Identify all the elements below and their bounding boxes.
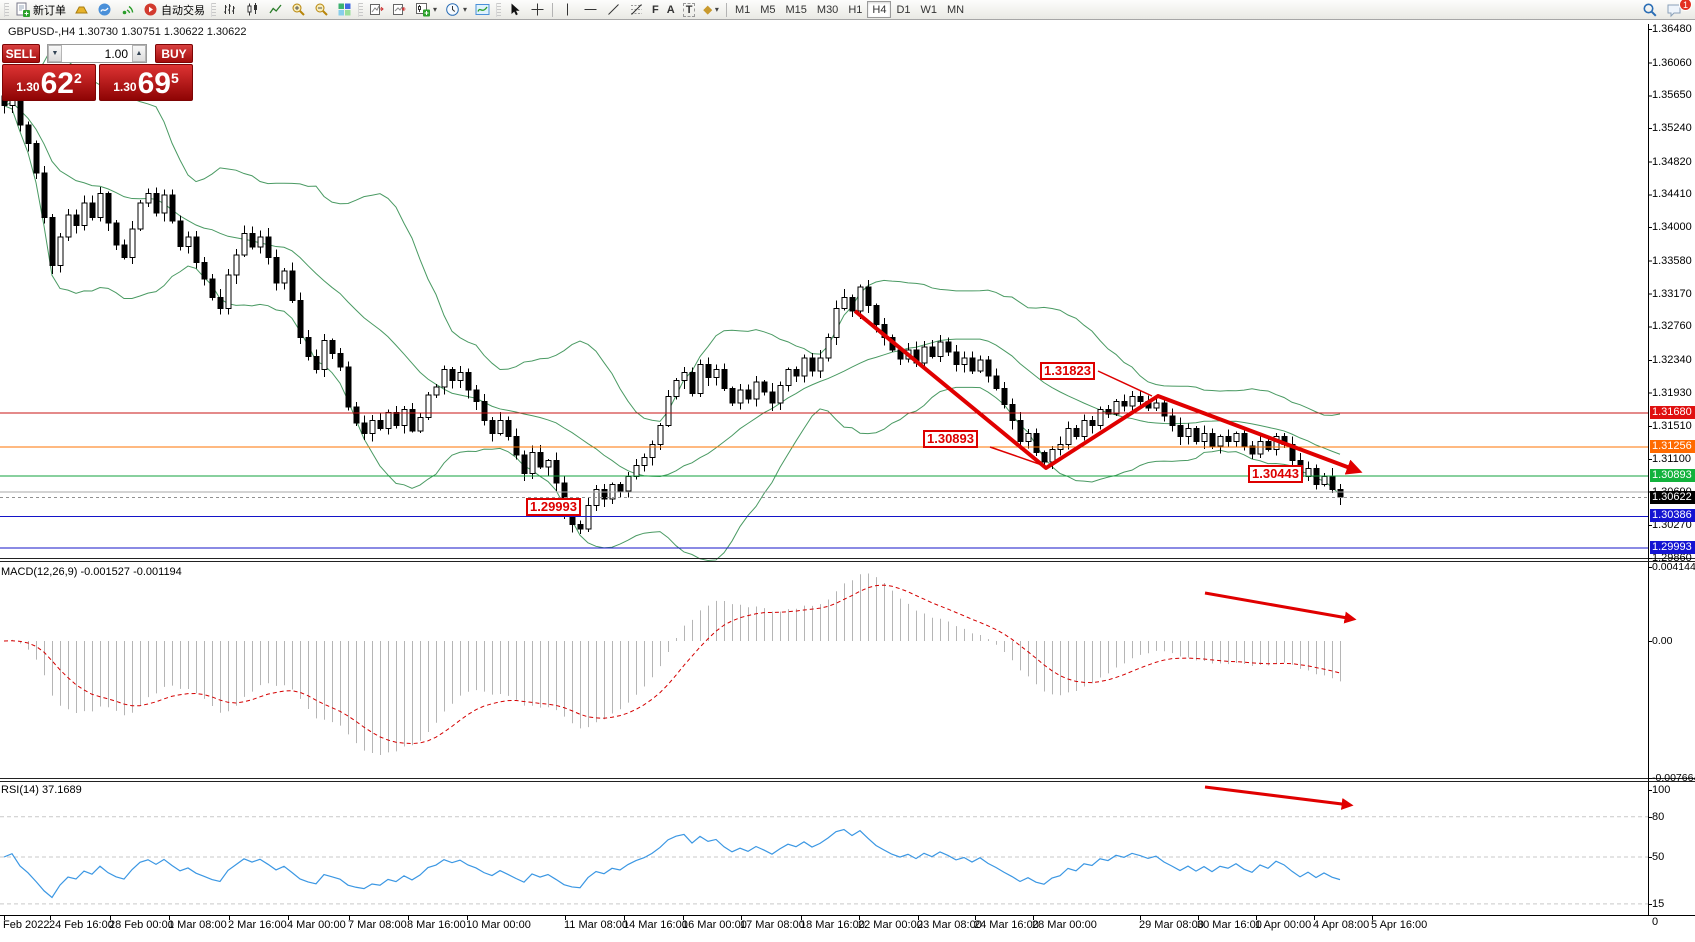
volume-input[interactable]: 1.00 bbox=[62, 45, 132, 62]
search-button[interactable] bbox=[1638, 1, 1662, 19]
timeframe-m5[interactable]: M5 bbox=[755, 1, 780, 18]
notification-badge: 1 bbox=[1679, 0, 1692, 11]
sell-price-small: 1.30 bbox=[16, 80, 39, 94]
gold-icon bbox=[74, 2, 89, 17]
signal-icon bbox=[120, 2, 135, 17]
cursor-icon bbox=[507, 2, 522, 17]
timeframe-m30[interactable]: M30 bbox=[812, 1, 843, 18]
cursor-tool-button[interactable] bbox=[503, 1, 526, 19]
search-icon bbox=[1642, 2, 1658, 18]
vertical-line-tool[interactable] bbox=[556, 1, 579, 19]
zoom-in-icon bbox=[291, 2, 306, 17]
zoom-out-icon bbox=[314, 2, 329, 17]
notifications-button[interactable]: 1 bbox=[1662, 1, 1687, 19]
sell-button[interactable]: SELL bbox=[2, 44, 40, 63]
main-toolbar: 新订单 自动交易 ▾ ▾ F A T ◆▾ M1 M5 M15 M30 H1 H… bbox=[0, 0, 1695, 20]
accounts-button[interactable] bbox=[93, 1, 116, 19]
text-label-tool[interactable]: T bbox=[679, 1, 700, 19]
sell-price-big: 62 bbox=[41, 70, 74, 98]
text-icon: A bbox=[667, 4, 675, 16]
timeframe-m1[interactable]: M1 bbox=[730, 1, 755, 18]
sell-price-display[interactable]: 1.30 62 2 bbox=[2, 64, 96, 101]
new-chart-button[interactable]: ▾ bbox=[411, 1, 441, 19]
toolbar-grip[interactable] bbox=[211, 3, 216, 17]
timeframe-mn[interactable]: MN bbox=[942, 1, 969, 18]
crosshair-tool-button[interactable] bbox=[526, 1, 549, 19]
chart-shift-icon bbox=[369, 2, 384, 17]
timeframe-h1[interactable]: H1 bbox=[843, 1, 867, 18]
toolbar-grip[interactable] bbox=[358, 3, 363, 17]
line-chart-icon bbox=[268, 2, 283, 17]
shapes-icon: ◆ bbox=[703, 3, 711, 16]
volume-spinner: ▼ 1.00 ▲ bbox=[47, 44, 147, 63]
signals-button[interactable] bbox=[116, 1, 139, 19]
chart-shift-button[interactable] bbox=[365, 1, 388, 19]
shapes-tool[interactable]: ◆▾ bbox=[699, 1, 722, 19]
tile-windows-icon bbox=[337, 2, 352, 17]
chart-canvas[interactable] bbox=[0, 0, 1695, 942]
vertical-line-icon bbox=[560, 2, 575, 17]
timeframe-h4[interactable]: H4 bbox=[867, 1, 891, 18]
auto-trading-icon bbox=[143, 2, 158, 17]
candlestick-icon bbox=[245, 2, 260, 17]
auto-scroll-icon bbox=[392, 2, 407, 17]
sell-price-sup: 2 bbox=[74, 70, 82, 86]
crosshair-icon bbox=[530, 2, 545, 17]
zoom-in-button[interactable] bbox=[287, 1, 310, 19]
auto-scroll-button[interactable] bbox=[388, 1, 411, 19]
fibo-fan-tool[interactable]: F bbox=[648, 1, 663, 19]
new-order-icon bbox=[15, 2, 30, 17]
timeframe-d1[interactable]: D1 bbox=[891, 1, 915, 18]
buy-button[interactable]: BUY bbox=[155, 44, 193, 63]
buy-price-big: 69 bbox=[138, 70, 171, 98]
timeframe-w1[interactable]: W1 bbox=[916, 1, 943, 18]
text-tool[interactable]: A bbox=[663, 1, 679, 19]
zoom-out-button[interactable] bbox=[310, 1, 333, 19]
mt4-terminal: { "toolbar":{ "new_order_label":"新订单", "… bbox=[0, 0, 1695, 942]
buy-price-sup: 5 bbox=[171, 70, 179, 86]
toolbar-grip[interactable] bbox=[4, 3, 9, 17]
auto-trading-button[interactable]: 自动交易 bbox=[139, 1, 209, 19]
one-click-trading-panel: SELL ▼ 1.00 ▲ BUY 1.30 62 2 1.30 69 5 bbox=[2, 44, 193, 101]
chevron-down-icon: ▾ bbox=[463, 6, 467, 14]
toolbar-grip[interactable] bbox=[496, 3, 501, 17]
candlestick-chart-button[interactable] bbox=[241, 1, 264, 19]
horizontal-line-icon bbox=[583, 2, 598, 17]
bar-chart-button[interactable] bbox=[218, 1, 241, 19]
volume-decrease-button[interactable]: ▼ bbox=[48, 45, 62, 62]
chevron-down-icon: ▾ bbox=[433, 6, 437, 14]
trendline-tool[interactable] bbox=[602, 1, 625, 19]
clock-icon bbox=[445, 2, 460, 17]
periods-button[interactable]: ▾ bbox=[441, 1, 471, 19]
horizontal-line-tool[interactable] bbox=[579, 1, 602, 19]
new-order-label: 新订单 bbox=[33, 2, 66, 18]
timeframe-m15[interactable]: M15 bbox=[781, 1, 812, 18]
history-center-button[interactable] bbox=[70, 1, 93, 19]
fibonacci-tool[interactable] bbox=[625, 1, 648, 19]
fibo-fan-icon: F bbox=[652, 4, 659, 16]
templates-button[interactable] bbox=[471, 1, 494, 19]
template-icon bbox=[475, 2, 490, 17]
buy-price-display[interactable]: 1.30 69 5 bbox=[99, 64, 193, 101]
buy-price-small: 1.30 bbox=[113, 80, 136, 94]
volume-increase-button[interactable]: ▲ bbox=[132, 45, 146, 62]
fibonacci-icon bbox=[629, 2, 644, 17]
chevron-down-icon: ▾ bbox=[715, 6, 719, 14]
text-label-icon: T bbox=[683, 3, 696, 17]
new-order-button[interactable]: 新订单 bbox=[11, 1, 70, 19]
bar-chart-icon bbox=[222, 2, 237, 17]
tile-windows-button[interactable] bbox=[333, 1, 356, 19]
auto-trading-label: 自动交易 bbox=[161, 2, 205, 18]
new-chart-icon bbox=[415, 2, 430, 17]
trendline-icon bbox=[606, 2, 621, 17]
line-chart-button[interactable] bbox=[264, 1, 287, 19]
account-icon bbox=[97, 2, 112, 17]
